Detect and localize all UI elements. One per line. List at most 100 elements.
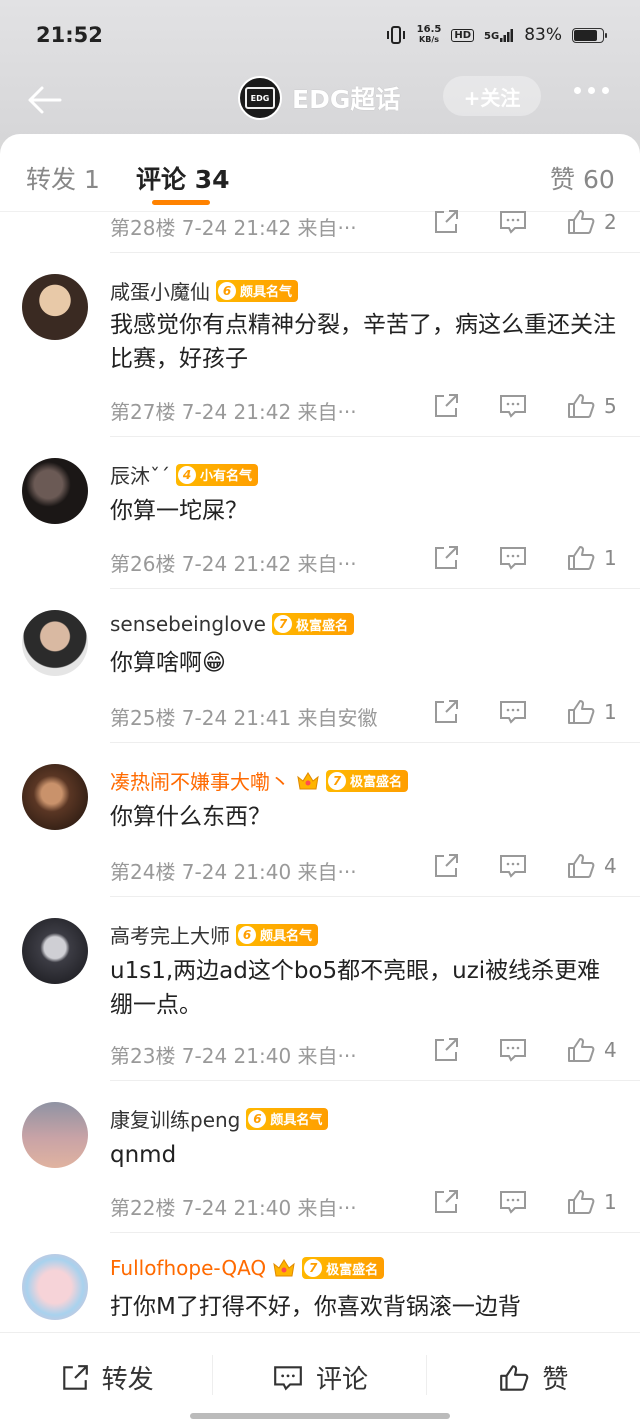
comment-icon[interactable] — [498, 698, 528, 726]
crown-icon — [273, 1259, 295, 1277]
comment-button[interactable]: 评论 — [213, 1333, 427, 1422]
divider — [110, 436, 640, 437]
share-icon[interactable] — [432, 208, 460, 236]
avatar[interactable] — [22, 458, 88, 524]
comment-actions: 4 — [432, 1036, 617, 1064]
like-icon[interactable] — [566, 208, 596, 236]
comment-icon[interactable] — [498, 544, 528, 572]
comment-text: u1s1,两边ad这个bo5都不亮眼，uzi被线杀更难绷一点。 — [110, 958, 601, 1018]
like-icon[interactable] — [566, 392, 596, 420]
username[interactable]: 高考完上大师 — [110, 920, 230, 949]
level-number: 7 — [304, 1259, 323, 1277]
badge-label: 颇具名气 — [270, 1113, 323, 1128]
avatar[interactable] — [22, 610, 88, 676]
battery-fill — [574, 29, 598, 41]
level-badge: 6 颇具名气 — [216, 279, 299, 302]
divider — [110, 588, 640, 589]
comment-actions: 2 — [432, 208, 617, 236]
level-number: 7 — [274, 615, 292, 633]
comment-author[interactable]: 辰沐ˇˊ 4 小有名气 — [110, 460, 259, 489]
like-button[interactable]: 赞 — [427, 1333, 640, 1422]
battery-percent: 83% — [524, 25, 562, 45]
comment-text: 你算啥啊😁 — [110, 650, 226, 676]
tab-repost[interactable]: 转发 1 — [26, 160, 100, 196]
more-icon[interactable] — [574, 87, 609, 94]
username[interactable]: 辰沐ˇˊ — [110, 460, 170, 489]
avatar[interactable] — [22, 1254, 88, 1320]
tab-comments[interactable]: 评论 34 — [136, 160, 230, 196]
comment-actions: 1 — [432, 1188, 617, 1216]
avatar[interactable] — [22, 918, 88, 984]
comment-icon[interactable] — [498, 392, 528, 420]
comment-icon[interactable] — [498, 1036, 528, 1064]
level-badge: 7 极富盛名 — [302, 1257, 385, 1279]
username[interactable]: 康复训练peng — [110, 1104, 240, 1133]
like-icon[interactable] — [566, 1188, 596, 1216]
like-icon[interactable] — [566, 852, 596, 880]
repost-button[interactable]: 转发 — [0, 1333, 214, 1422]
divider — [110, 1080, 640, 1081]
comment-text: 你算一坨屎？ — [110, 498, 248, 524]
comment-author[interactable]: 咸蛋小魔仙 6 颇具名气 — [110, 276, 299, 305]
avatar[interactable] — [22, 274, 88, 340]
badge-label: 小有名气 — [200, 469, 253, 484]
back-arrow-icon[interactable] — [24, 80, 64, 120]
comment-meta: 第26楼 7-24 21:42 来自··· — [110, 552, 357, 576]
like-count: 1 — [604, 1190, 617, 1214]
comment-icon[interactable] — [498, 852, 528, 880]
level-number: 4 — [178, 465, 196, 484]
share-icon[interactable] — [432, 1188, 460, 1216]
bottom-action-bar: 转发 评论 赞 — [0, 1332, 640, 1422]
username[interactable]: Fullofhope-QAQ — [110, 1256, 266, 1280]
like-icon[interactable] — [566, 698, 596, 726]
divider — [110, 742, 640, 743]
topic-header[interactable]: EDG EDG超话 — [238, 76, 400, 120]
like-icon[interactable] — [566, 1036, 596, 1064]
level-number: 6 — [218, 281, 236, 300]
comment-text: qnmd — [110, 1142, 177, 1168]
like-icon[interactable] — [566, 544, 596, 572]
share-icon[interactable] — [432, 392, 460, 420]
share-icon — [62, 1364, 88, 1390]
comment-author[interactable]: 康复训练peng 6 颇具名气 — [110, 1104, 329, 1133]
comment-author[interactable]: Fullofhope-QAQ 7 极富盛名 — [110, 1256, 385, 1280]
comment-sheet: 转发 1 评论 34 赞 60 第28楼 7-24 21:42 来自··· 2 … — [0, 134, 640, 1422]
badge-label: 极富盛名 — [326, 1262, 379, 1278]
comment-icon[interactable] — [498, 208, 528, 236]
more-dot — [602, 87, 609, 94]
follow-button[interactable]: +关注 — [443, 76, 541, 116]
tab-likes[interactable]: 赞 60 — [550, 160, 615, 196]
net-speed: 16.5 KB/s — [417, 25, 442, 45]
comment-icon — [274, 1365, 302, 1390]
badge-label: 极富盛名 — [350, 775, 403, 790]
tab-bar: 转发 1 评论 34 赞 60 — [0, 134, 640, 212]
more-dot — [574, 87, 581, 94]
comment-meta: 第23楼 7-24 21:40 来自··· — [110, 1044, 357, 1068]
comment-author[interactable]: 高考完上大师 6 颇具名气 — [110, 920, 319, 949]
username[interactable]: 咸蛋小魔仙 — [110, 276, 210, 305]
username[interactable]: sensebeinglove — [110, 612, 266, 636]
comment-icon[interactable] — [498, 1188, 528, 1216]
comment-author[interactable]: 凑热闹不嫌事大嘞丶 7 极富盛名 — [110, 766, 409, 795]
comment-actions: 1 — [432, 698, 617, 726]
avatar[interactable] — [22, 764, 88, 830]
comment-meta: 第24楼 7-24 21:40 来自··· — [110, 860, 357, 884]
repost-label: 转发 — [101, 1365, 154, 1395]
comment-author[interactable]: sensebeinglove 7 极富盛名 — [110, 612, 355, 636]
like-count: 5 — [604, 394, 617, 418]
share-icon[interactable] — [432, 1036, 460, 1064]
comment-text: 我感觉你有点精神分裂，辛苦了，病这么重还关注比赛，好孩子 — [110, 312, 616, 372]
status-bar: 21:52 16.5 KB/s HD 5G 83% — [0, 0, 640, 70]
level-badge: 6 颇具名气 — [246, 1107, 329, 1130]
username[interactable]: 凑热闹不嫌事大嘞丶 — [110, 766, 290, 795]
comment-text: 打你M了打得不好，你喜欢背锅滚一边背 — [110, 1294, 521, 1320]
like-count: 1 — [604, 546, 617, 570]
share-icon[interactable] — [432, 698, 460, 726]
home-indicator[interactable] — [190, 1413, 450, 1419]
share-icon[interactable] — [432, 544, 460, 572]
share-icon[interactable] — [432, 852, 460, 880]
level-badge: 4 小有名气 — [176, 463, 259, 486]
avatar[interactable] — [22, 1102, 88, 1168]
level-number: 6 — [238, 925, 256, 944]
more-dot — [588, 87, 595, 94]
